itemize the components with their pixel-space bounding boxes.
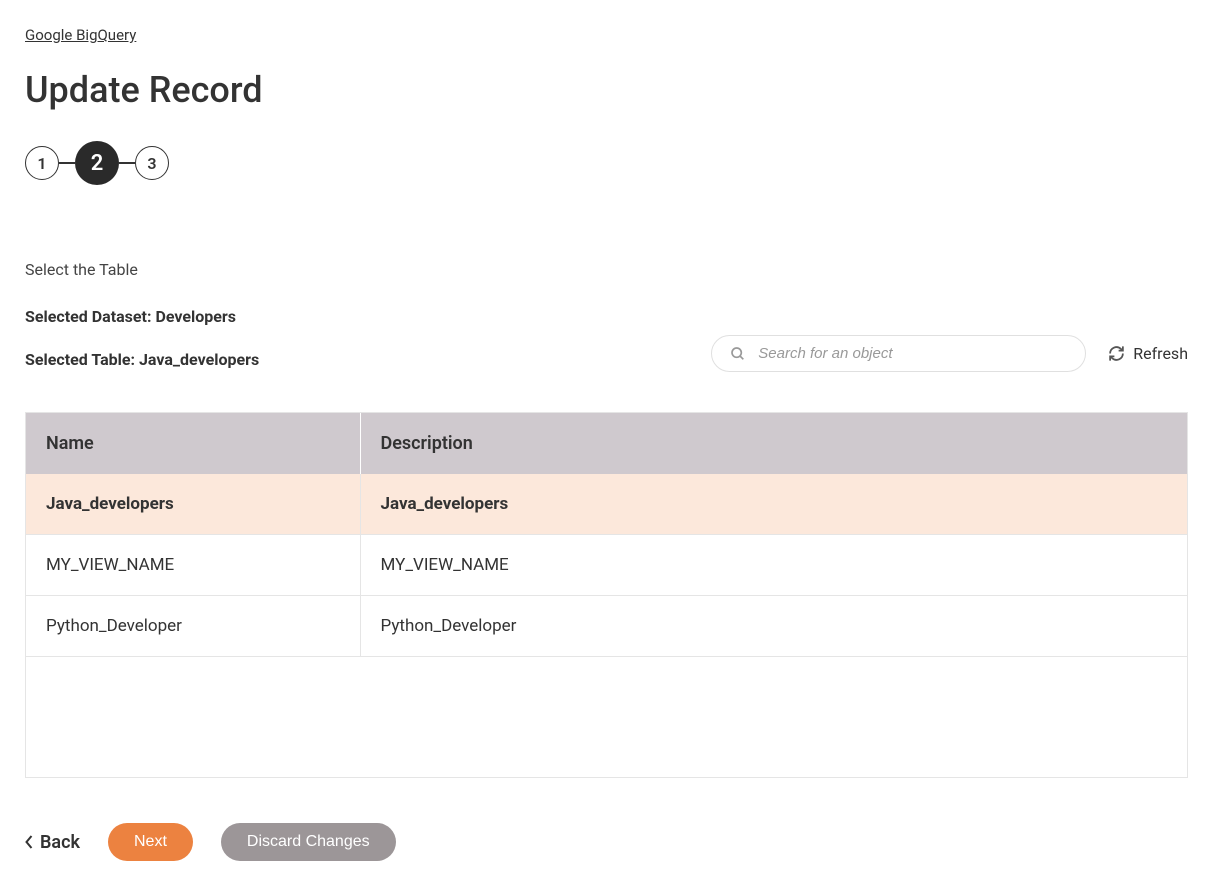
table-row[interactable]: Python_DeveloperPython_Developer <box>26 596 1187 657</box>
section-label: Select the Table <box>25 260 1188 279</box>
refresh-button[interactable]: Refresh <box>1108 344 1188 363</box>
breadcrumb-link[interactable]: Google BigQuery <box>25 26 136 44</box>
cell-name: MY_VIEW_NAME <box>26 535 360 596</box>
table-empty-area <box>26 657 1187 777</box>
table-row[interactable]: MY_VIEW_NAMEMY_VIEW_NAME <box>26 535 1187 596</box>
chevron-left-icon <box>25 835 34 849</box>
column-header-name: Name <box>26 413 360 474</box>
search-icon <box>730 346 746 362</box>
step-1[interactable]: 1 <box>25 146 59 180</box>
back-button[interactable]: Back <box>25 832 80 853</box>
next-button[interactable]: Next <box>108 823 193 861</box>
back-label: Back <box>40 832 80 853</box>
refresh-label: Refresh <box>1133 344 1188 363</box>
table-container: Name Description Java_developersJava_dev… <box>25 412 1188 778</box>
cell-description: Java_developers <box>360 474 1187 535</box>
column-header-description: Description <box>360 413 1187 474</box>
step-connector <box>119 162 135 164</box>
page-title: Update Record <box>25 69 1188 111</box>
step-connector <box>59 162 75 164</box>
search-input[interactable] <box>758 345 1067 362</box>
table-row[interactable]: Java_developersJava_developers <box>26 474 1187 535</box>
stepper: 1 2 3 <box>25 141 1188 185</box>
discard-button[interactable]: Discard Changes <box>221 823 396 861</box>
search-box[interactable] <box>711 335 1086 372</box>
objects-table: Name Description Java_developersJava_dev… <box>26 413 1187 657</box>
step-2[interactable]: 2 <box>75 141 119 185</box>
cell-description: Python_Developer <box>360 596 1187 657</box>
footer-buttons: Back Next Discard Changes <box>25 823 1188 861</box>
cell-name: Python_Developer <box>26 596 360 657</box>
cell-name: Java_developers <box>26 474 360 535</box>
refresh-icon <box>1108 345 1125 362</box>
cell-description: MY_VIEW_NAME <box>360 535 1187 596</box>
selected-dataset-label: Selected Dataset: Developers <box>25 307 1188 326</box>
step-3[interactable]: 3 <box>135 146 169 180</box>
